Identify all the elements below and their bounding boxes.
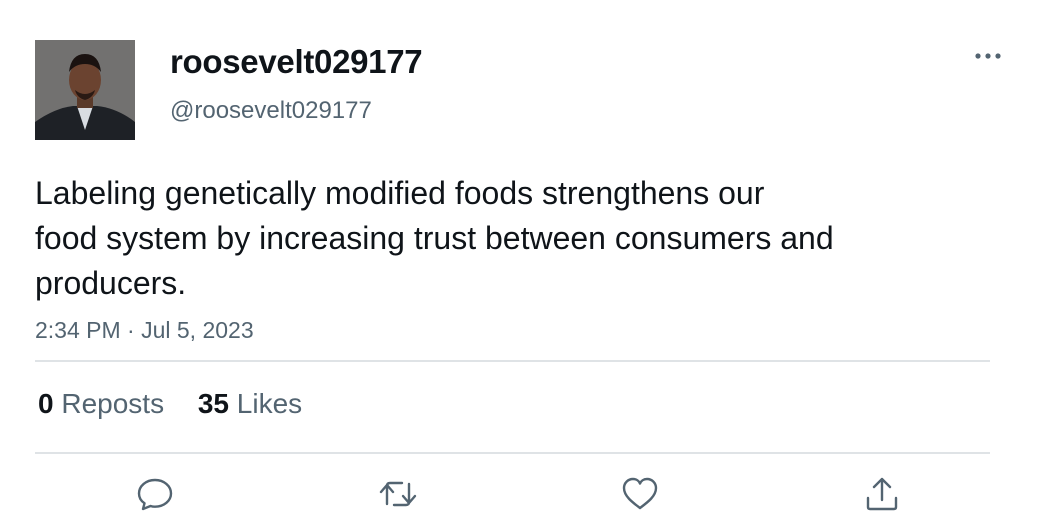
reply-button[interactable] [135, 474, 175, 514]
repost-button[interactable] [378, 474, 418, 514]
avatar-image [35, 40, 135, 140]
more-horizontal-icon [975, 53, 1001, 59]
repost-icon [379, 481, 417, 507]
share-icon [866, 477, 898, 511]
likes-stat[interactable]: 35 Likes [198, 386, 302, 422]
likes-label: Likes [236, 388, 303, 419]
tweet-card: roosevelt029177 @roosevelt029177 Labelin… [0, 0, 1050, 525]
like-button[interactable] [620, 474, 660, 514]
divider [35, 452, 990, 454]
display-name[interactable]: roosevelt029177 [170, 42, 423, 82]
reposts-stat[interactable]: 0 Reposts [38, 386, 164, 422]
more-options-button[interactable] [972, 44, 1004, 68]
avatar[interactable] [35, 40, 135, 140]
divider [35, 360, 990, 362]
tweet-timestamp[interactable]: 2:34 PM · Jul 5, 2023 [35, 315, 254, 345]
reposts-count: 0 [38, 388, 54, 419]
likes-count: 35 [197, 388, 230, 419]
user-handle[interactable]: @roosevelt029177 [170, 96, 372, 126]
tweet-text: Labeling genetically modified foods stre… [35, 171, 995, 306]
engagement-stats: 0 Reposts 35 Likes [38, 386, 328, 422]
heart-icon [622, 477, 658, 510]
share-button[interactable] [862, 474, 902, 514]
reply-icon [137, 478, 173, 511]
tweet-text-line: food system by increasing trust between … [35, 220, 834, 256]
tweet-text-line: producers. [35, 265, 187, 301]
reposts-label: Reposts [61, 388, 165, 419]
tweet-text-line: Labeling genetically modified foods stre… [35, 175, 765, 211]
